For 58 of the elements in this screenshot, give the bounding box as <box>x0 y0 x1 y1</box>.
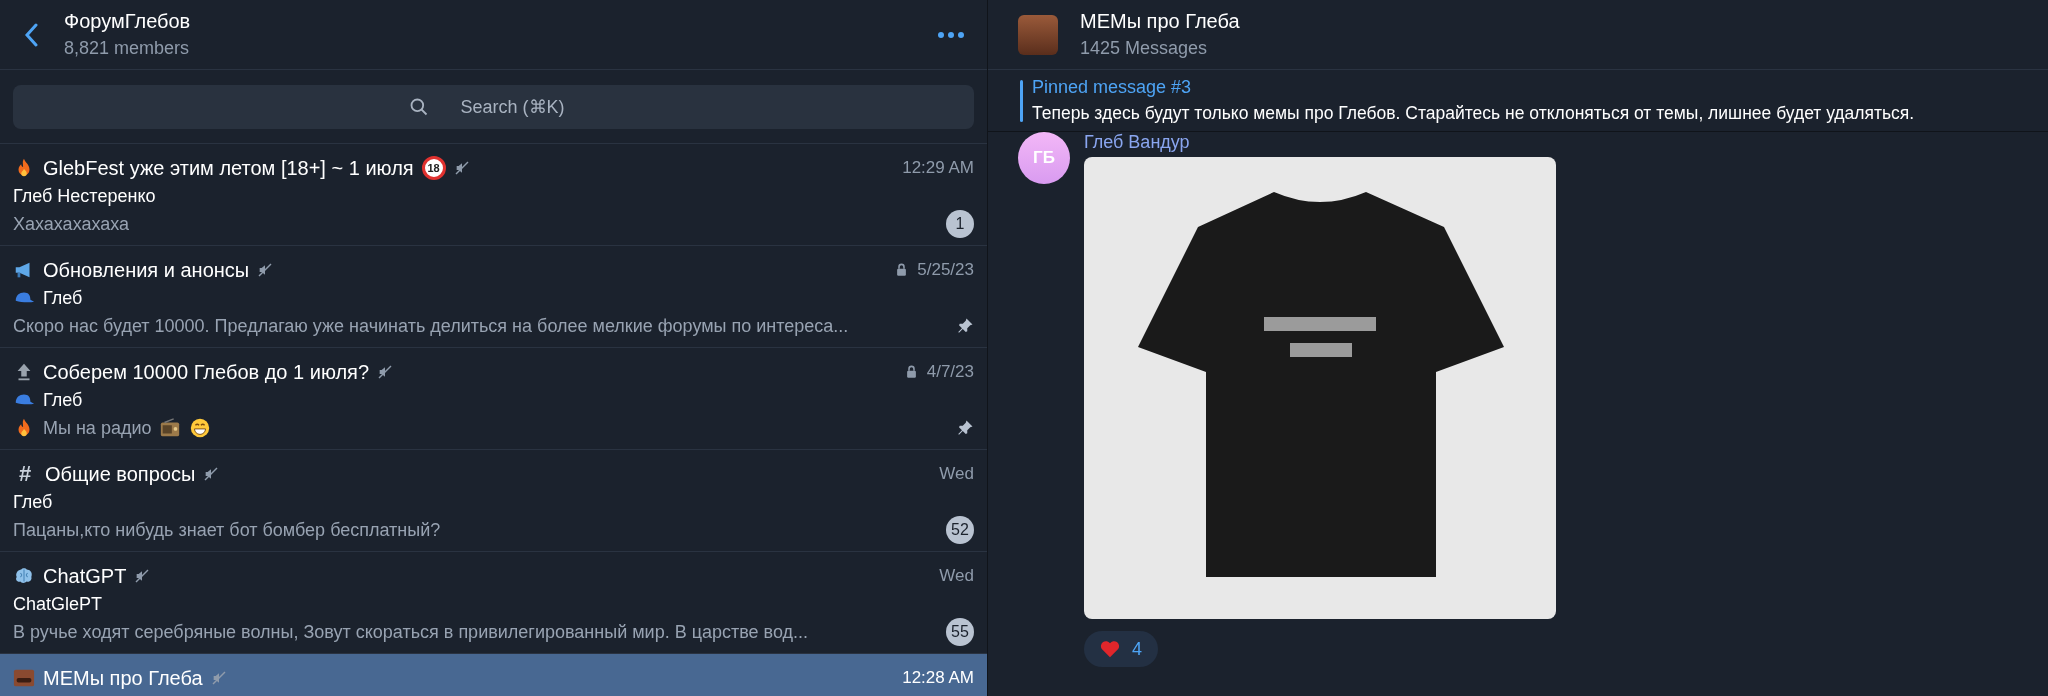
pinned-title: Pinned message #3 <box>1032 77 1193 98</box>
pin-icon <box>956 419 974 437</box>
heart-reaction[interactable]: 4 <box>1084 631 1158 667</box>
grinning-face-icon <box>189 417 212 439</box>
chat-title: МЕМы про Глеба <box>1080 10 1241 33</box>
forum-title: ФорумГлебов <box>64 10 192 33</box>
message-preview: Хахахахахаха <box>13 213 130 235</box>
muted-icon <box>453 160 470 176</box>
search-field[interactable]: Search (⌘K) <box>13 85 974 129</box>
muted-icon <box>134 568 151 584</box>
topic-time: 12:28 AM <box>902 668 974 688</box>
unread-count: 1 <box>946 210 974 238</box>
muted-icon <box>203 466 220 482</box>
radio-icon <box>159 417 182 439</box>
topic-time: 4/7/23 <box>926 362 974 382</box>
search-icon <box>408 97 429 117</box>
muted-icon <box>377 364 394 380</box>
heart-icon <box>1100 640 1120 658</box>
age-restriction-badge: 18 <box>421 156 446 180</box>
photo-thumbnail-icon <box>13 667 35 689</box>
topic-row[interactable]: Соберем 10000 Глебов до 1 июля? 4/7/23 Глеб Мы на радио <box>0 348 987 450</box>
sender-name: Глеб <box>43 389 83 411</box>
topic-title: Соберем 10000 Глебов до 1 июля? <box>43 360 370 384</box>
topic-time: 5/25/23 <box>917 260 974 280</box>
hash-sign: # <box>17 461 33 487</box>
message-sender: Глеб Вандур <box>1084 132 1191 153</box>
chat-avatar-photo <box>1018 14 1058 55</box>
tshirt-photo[interactable] <box>1084 157 1556 619</box>
pinned-message-bar[interactable]: Pinned message #3 Теперь здесь будут только мемы про Глебов. Старайтесь не отклоняться от темы, лишнее будет удаляться. <box>988 70 2048 132</box>
topic-title: GlebFest уже этим летом [18+] ~ 1 июля <box>43 156 414 180</box>
unread-count: 52 <box>946 516 974 544</box>
topic-time: Wed <box>939 464 974 484</box>
topic-row[interactable]: # Общие вопросы Wed Глеб Пацаны,кто нибудь знает бот бомбер бесплатный? 52 <box>0 450 987 552</box>
topic-row[interactable]: Обновления и анонсы 5/25/23 Глеб Скоро нас будет 10000. Предлагаю уже начинать делиться на более мелкие форумы по интереса... <box>0 246 987 348</box>
member-count: 8,821 members <box>64 38 191 59</box>
pin-icon <box>956 317 974 335</box>
unread-count: 55 <box>946 618 974 646</box>
message-preview: Скоро нас будет 10000. Предлагаю уже начинать делиться на более мелкие форумы по интереса... <box>13 315 849 337</box>
muted-icon <box>210 670 227 686</box>
topic-time: 12:29 AM <box>902 158 974 178</box>
pinned-text: Теперь здесь будут только мемы про Глебов. Старайтесь не отклоняться от темы, лишнее будет удаляться. <box>1032 103 1916 124</box>
sender-name: Глеб <box>43 287 83 309</box>
topic-time: Wed <box>939 566 974 586</box>
message-preview: Мы на радио <box>43 417 152 439</box>
more-icon <box>937 30 965 39</box>
sender-name: ChatGlePT <box>13 593 103 615</box>
message-preview: В ручье ходят серебряные волны, Зовут скораться в привилегированный мир. В царстве вод... <box>13 621 809 643</box>
topic-title: Обновления и анонсы <box>43 258 250 282</box>
muted-icon <box>257 262 274 278</box>
topic-title: МЕМы про Глеба <box>43 666 203 690</box>
topic-title: ChatGPT <box>43 564 127 588</box>
message-count: 1425 Messages <box>1080 38 1209 59</box>
topic-title: Общие вопросы <box>45 462 196 486</box>
sender-name: Глеб Нестеренко <box>13 185 156 207</box>
message-preview: Пацаны,кто нибудь знает бот бомбер бесплатный? <box>13 519 441 541</box>
sender-name: Глеб <box>13 491 53 513</box>
topic-row[interactable]: GlebFest уже этим летом [18+] ~ 1 июля 18 12:29 AM Глеб Нестеренко Хахахахахаха 1 <box>0 144 987 246</box>
topic-row[interactable]: МЕМы про Глеба 12:28 AM <box>0 654 987 696</box>
